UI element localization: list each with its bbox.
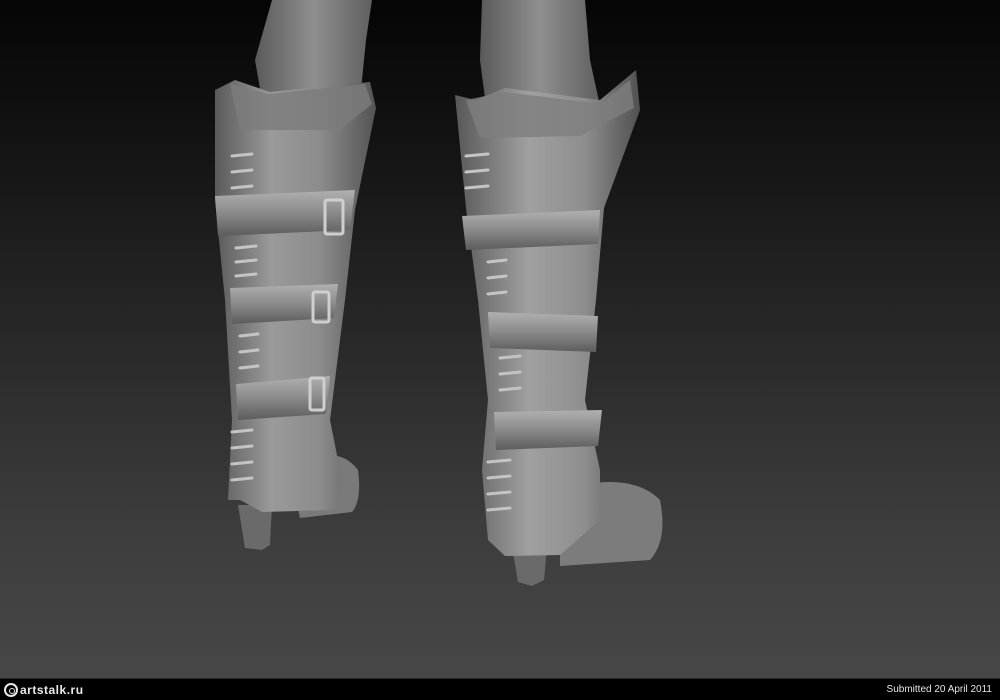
- left-boot: [215, 0, 376, 550]
- site-logo-text: artstalk.ru: [20, 682, 84, 697]
- submitted-date: Submitted 20 April 2011: [886, 684, 992, 695]
- boots-sculpt-illustration: [215, 0, 663, 586]
- footer-bar: artstalk.ru Submitted 20 April 2011: [0, 678, 1000, 700]
- site-logo[interactable]: artstalk.ru: [4, 682, 84, 697]
- render-viewport: [0, 0, 1000, 678]
- logo-mark-icon: [4, 682, 18, 697]
- right-boot: [455, 0, 663, 586]
